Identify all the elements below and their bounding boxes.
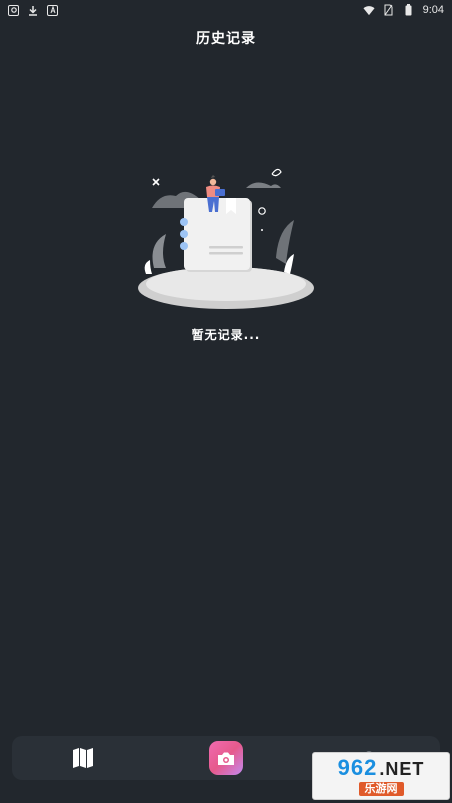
watermark-top: 962 .NET [337, 754, 425, 780]
watermark-site-name: 乐游网 [358, 781, 404, 796]
no-sim-icon [383, 4, 395, 16]
app-notification-icon [8, 4, 19, 16]
font-icon [47, 4, 58, 16]
watermark-number: 962 [337, 754, 378, 780]
watermark-domain: .NET [379, 758, 425, 779]
battery-icon [403, 4, 415, 16]
page-title: 历史记录 [196, 31, 256, 47]
status-time: 9:04 [422, 4, 444, 16]
watermark-logo: 962 .NET 乐游网 [312, 752, 450, 800]
status-left [8, 4, 58, 16]
empty-notebook-illustration [138, 168, 314, 309]
wifi-icon [363, 4, 375, 16]
nav-camera-button[interactable] [196, 736, 256, 780]
nav-map-button[interactable] [53, 736, 113, 780]
header: 历史记录 [0, 24, 452, 52]
status-right: 9:04 [363, 4, 444, 16]
download-icon [27, 4, 39, 16]
camera-icon [217, 752, 234, 765]
status-bar: 9:04 [0, 0, 452, 20]
camera-button-bg [208, 741, 243, 775]
empty-state: 暂无记录... [0, 160, 452, 343]
map-icon [73, 748, 94, 768]
empty-message: 暂无记录... [191, 328, 261, 342]
